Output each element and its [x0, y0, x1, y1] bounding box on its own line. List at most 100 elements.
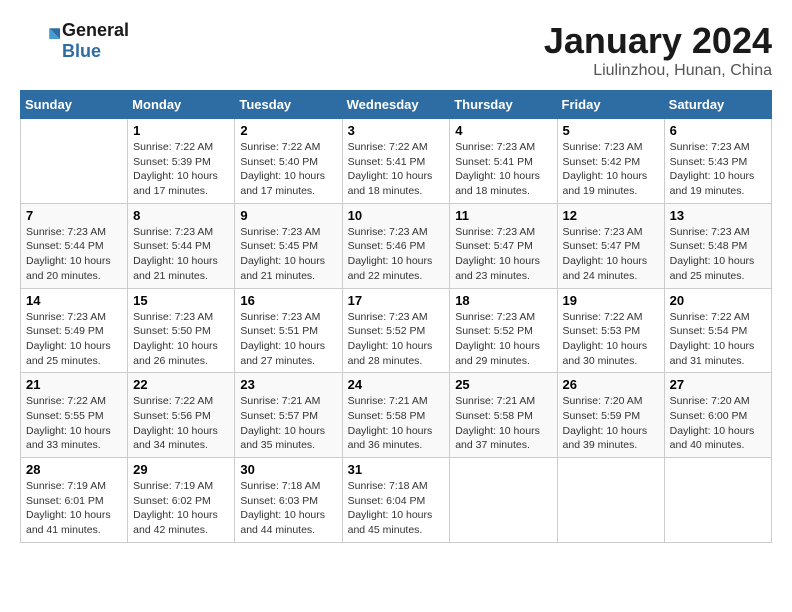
calendar-week-row: 28 Sunrise: 7:19 AMSunset: 6:01 PMDayligh…: [21, 458, 772, 543]
calendar-table: SundayMondayTuesdayWednesdayThursdayFrid…: [20, 90, 772, 543]
day-info: Sunrise: 7:22 AMSunset: 5:54 PMDaylight:…: [670, 310, 766, 369]
calendar-week-row: 14Sunrise: 7:23 AMSunset: 5:49 PMDayligh…: [21, 288, 772, 373]
calendar-cell: 30 Sunrise: 7:18 AMSunset: 6:03 PMDayligh…: [235, 458, 342, 543]
calendar-cell: 12Sunrise: 7:23 AMSunset: 5:47 PMDayligh…: [557, 203, 664, 288]
calendar-cell: 25 Sunrise: 7:21 AMSunset: 5:58 PMDayligh…: [450, 373, 557, 458]
day-info: Sunrise: 7:18 AMSunset: 6:04 PMDaylight:…: [348, 479, 445, 538]
calendar-week-row: 7 Sunrise: 7:23 AMSunset: 5:44 PMDaylight…: [21, 203, 772, 288]
day-number: 2: [240, 123, 336, 138]
day-number: 11: [455, 208, 551, 223]
calendar-cell: 18 Sunrise: 7:23 AMSunset: 5:52 PMDayligh…: [450, 288, 557, 373]
day-info: Sunrise: 7:23 AMSunset: 5:43 PMDaylight:…: [670, 140, 766, 199]
calendar-cell: 6 Sunrise: 7:23 AMSunset: 5:43 PMDaylight…: [664, 119, 771, 204]
logo-icon: [24, 21, 60, 57]
day-info: Sunrise: 7:20 AMSunset: 6:00 PMDaylight:…: [670, 394, 766, 453]
calendar-cell: 19 Sunrise: 7:22 AMSunset: 5:53 PMDayligh…: [557, 288, 664, 373]
day-info: Sunrise: 7:23 AMSunset: 5:52 PMDaylight:…: [348, 310, 445, 369]
day-info: Sunrise: 7:23 AMSunset: 5:44 PMDaylight:…: [133, 225, 229, 284]
day-info: Sunrise: 7:22 AMSunset: 5:39 PMDaylight:…: [133, 140, 229, 199]
logo: General Blue: [20, 20, 129, 62]
weekday-header: Sunday: [21, 91, 128, 119]
day-info: Sunrise: 7:23 AMSunset: 5:50 PMDaylight:…: [133, 310, 229, 369]
calendar-cell: 31Sunrise: 7:18 AMSunset: 6:04 PMDayligh…: [342, 458, 450, 543]
day-number: 6: [670, 123, 766, 138]
day-info: Sunrise: 7:23 AMSunset: 5:51 PMDaylight:…: [240, 310, 336, 369]
calendar-cell: 23 Sunrise: 7:21 AMSunset: 5:57 PMDayligh…: [235, 373, 342, 458]
day-number: 15: [133, 293, 229, 308]
day-number: 23: [240, 377, 336, 392]
day-info: Sunrise: 7:22 AMSunset: 5:41 PMDaylight:…: [348, 140, 445, 199]
day-number: 27: [670, 377, 766, 392]
day-number: 18: [455, 293, 551, 308]
day-info: Sunrise: 7:19 AMSunset: 6:01 PMDaylight:…: [26, 479, 122, 538]
day-info: Sunrise: 7:19 AMSunset: 6:02 PMDaylight:…: [133, 479, 229, 538]
day-info: Sunrise: 7:23 AMSunset: 5:42 PMDaylight:…: [563, 140, 659, 199]
day-number: 9: [240, 208, 336, 223]
calendar-cell: 2 Sunrise: 7:22 AMSunset: 5:40 PMDaylight…: [235, 119, 342, 204]
day-info: Sunrise: 7:23 AMSunset: 5:52 PMDaylight:…: [455, 310, 551, 369]
calendar-cell: 7 Sunrise: 7:23 AMSunset: 5:44 PMDaylight…: [21, 203, 128, 288]
calendar-cell: 9Sunrise: 7:23 AMSunset: 5:45 PMDaylight…: [235, 203, 342, 288]
day-info: Sunrise: 7:22 AMSunset: 5:40 PMDaylight:…: [240, 140, 336, 199]
logo-line2: Blue: [62, 41, 129, 62]
day-info: Sunrise: 7:18 AMSunset: 6:03 PMDaylight:…: [240, 479, 336, 538]
day-info: Sunrise: 7:21 AMSunset: 5:57 PMDaylight:…: [240, 394, 336, 453]
day-info: Sunrise: 7:23 AMSunset: 5:47 PMDaylight:…: [563, 225, 659, 284]
calendar-cell: 8Sunrise: 7:23 AMSunset: 5:44 PMDaylight…: [128, 203, 235, 288]
day-number: 30: [240, 462, 336, 477]
calendar-week-row: 21Sunrise: 7:22 AMSunset: 5:55 PMDayligh…: [21, 373, 772, 458]
calendar-week-row: 1 Sunrise: 7:22 AMSunset: 5:39 PMDaylight…: [21, 119, 772, 204]
day-info: Sunrise: 7:23 AMSunset: 5:44 PMDaylight:…: [26, 225, 122, 284]
calendar-cell: 20Sunrise: 7:22 AMSunset: 5:54 PMDayligh…: [664, 288, 771, 373]
day-info: Sunrise: 7:22 AMSunset: 5:56 PMDaylight:…: [133, 394, 229, 453]
calendar-cell: 3Sunrise: 7:22 AMSunset: 5:41 PMDaylight…: [342, 119, 450, 204]
calendar-cell: 27 Sunrise: 7:20 AMSunset: 6:00 PMDayligh…: [664, 373, 771, 458]
day-number: 25: [455, 377, 551, 392]
weekday-header: Tuesday: [235, 91, 342, 119]
day-number: 28: [26, 462, 122, 477]
calendar-cell: 21Sunrise: 7:22 AMSunset: 5:55 PMDayligh…: [21, 373, 128, 458]
day-number: 16: [240, 293, 336, 308]
day-number: 17: [348, 293, 445, 308]
day-number: 26: [563, 377, 659, 392]
day-number: 1: [133, 123, 229, 138]
title-block: January 2024 Liulinzhou, Hunan, China: [544, 20, 772, 80]
day-number: 19: [563, 293, 659, 308]
weekday-header: Friday: [557, 91, 664, 119]
calendar-cell: 29 Sunrise: 7:19 AMSunset: 6:02 PMDayligh…: [128, 458, 235, 543]
calendar-cell: 24Sunrise: 7:21 AMSunset: 5:58 PMDayligh…: [342, 373, 450, 458]
day-number: 10: [348, 208, 445, 223]
calendar-cell: 5 Sunrise: 7:23 AMSunset: 5:42 PMDaylight…: [557, 119, 664, 204]
weekday-header: Saturday: [664, 91, 771, 119]
calendar-cell: 1 Sunrise: 7:22 AMSunset: 5:39 PMDaylight…: [128, 119, 235, 204]
calendar-cell: [450, 458, 557, 543]
day-number: 13: [670, 208, 766, 223]
calendar-cell: 13 Sunrise: 7:23 AMSunset: 5:48 PMDayligh…: [664, 203, 771, 288]
day-info: Sunrise: 7:21 AMSunset: 5:58 PMDaylight:…: [455, 394, 551, 453]
calendar-body: 1 Sunrise: 7:22 AMSunset: 5:39 PMDaylight…: [21, 119, 772, 543]
weekday-header: Thursday: [450, 91, 557, 119]
day-info: Sunrise: 7:23 AMSunset: 5:49 PMDaylight:…: [26, 310, 122, 369]
day-number: 7: [26, 208, 122, 223]
calendar-cell: 26 Sunrise: 7:20 AMSunset: 5:59 PMDayligh…: [557, 373, 664, 458]
day-info: Sunrise: 7:23 AMSunset: 5:48 PMDaylight:…: [670, 225, 766, 284]
day-info: Sunrise: 7:22 AMSunset: 5:55 PMDaylight:…: [26, 394, 122, 453]
calendar-subtitle: Liulinzhou, Hunan, China: [544, 62, 772, 80]
calendar-title: January 2024: [544, 20, 772, 62]
calendar-cell: 28 Sunrise: 7:19 AMSunset: 6:01 PMDayligh…: [21, 458, 128, 543]
calendar-cell: 17 Sunrise: 7:23 AMSunset: 5:52 PMDayligh…: [342, 288, 450, 373]
day-info: Sunrise: 7:21 AMSunset: 5:58 PMDaylight:…: [348, 394, 445, 453]
day-info: Sunrise: 7:23 AMSunset: 5:46 PMDaylight:…: [348, 225, 445, 284]
day-number: 29: [133, 462, 229, 477]
logo-line1: General: [62, 20, 129, 41]
calendar-header: SundayMondayTuesdayWednesdayThursdayFrid…: [21, 91, 772, 119]
calendar-cell: 11Sunrise: 7:23 AMSunset: 5:47 PMDayligh…: [450, 203, 557, 288]
calendar-cell: [664, 458, 771, 543]
day-info: Sunrise: 7:20 AMSunset: 5:59 PMDaylight:…: [563, 394, 659, 453]
calendar-cell: 10 Sunrise: 7:23 AMSunset: 5:46 PMDayligh…: [342, 203, 450, 288]
weekday-row: SundayMondayTuesdayWednesdayThursdayFrid…: [21, 91, 772, 119]
calendar-cell: 14Sunrise: 7:23 AMSunset: 5:49 PMDayligh…: [21, 288, 128, 373]
calendar-cell: 22Sunrise: 7:22 AMSunset: 5:56 PMDayligh…: [128, 373, 235, 458]
day-number: 5: [563, 123, 659, 138]
day-info: Sunrise: 7:22 AMSunset: 5:53 PMDaylight:…: [563, 310, 659, 369]
